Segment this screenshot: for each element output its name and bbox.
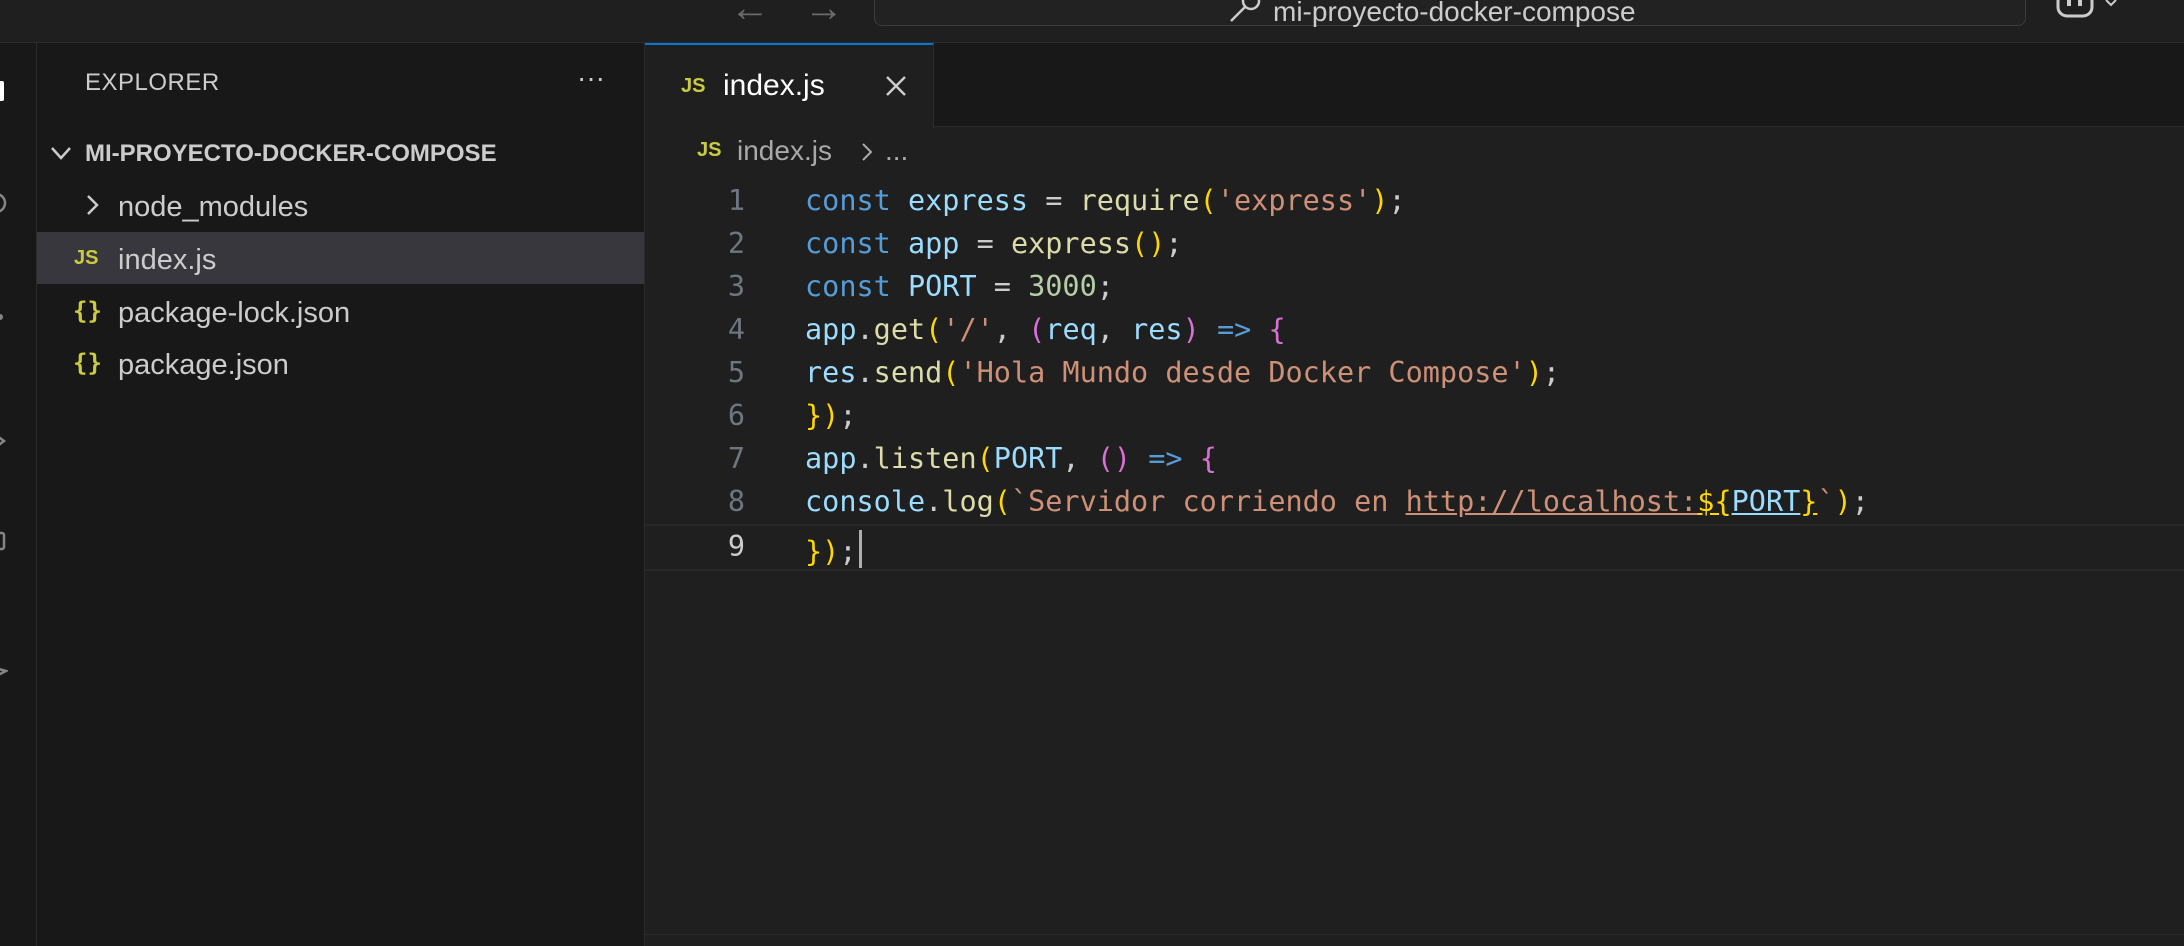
line-number: 6 bbox=[727, 399, 745, 432]
explorer-sidebar: EXPLORER ··· MI-PROYECTO-DOCKER-COMPOSE … bbox=[37, 43, 645, 946]
folder-name: MI-PROYECTO-DOCKER-COMPOSE bbox=[85, 140, 497, 167]
explorer-title: EXPLORER bbox=[85, 69, 220, 96]
command-center-search[interactable]: mi-proyecto-docker-compose bbox=[874, 0, 2026, 27]
docker-icon[interactable] bbox=[0, 657, 8, 681]
source-control-icon[interactable] bbox=[0, 305, 8, 329]
line-number: 7 bbox=[727, 442, 745, 475]
breadcrumb-file[interactable]: index.js bbox=[737, 135, 832, 167]
line-number: 3 bbox=[727, 270, 745, 303]
code-text: console.log(`Servidor corriendo en http:… bbox=[805, 485, 1869, 518]
line-number: 8 bbox=[727, 485, 745, 518]
code-line[interactable]: 2 const app = express(); bbox=[645, 223, 2184, 266]
code-line[interactable]: 8 console.log(`Servidor corriendo en http… bbox=[645, 481, 2184, 524]
code-line[interactable]: 6}); bbox=[645, 395, 2184, 438]
folder-header[interactable]: MI-PROYECTO-DOCKER-COMPOSE bbox=[37, 133, 644, 173]
tree-item-index-js[interactable]: JS index.js bbox=[37, 232, 644, 284]
chevron-right-icon bbox=[87, 195, 99, 215]
breadcrumb: JS index.js ... bbox=[645, 127, 2184, 171]
tab-index-js[interactable]: JS index.js bbox=[645, 43, 934, 129]
json-file-icon: {} bbox=[73, 349, 102, 377]
line-number: 1 bbox=[727, 184, 745, 217]
divider bbox=[645, 934, 2184, 935]
js-file-icon: JS bbox=[681, 75, 706, 97]
code-line[interactable]: 7 app.listen(PORT, () => { bbox=[645, 438, 2184, 481]
chevron-down-icon bbox=[51, 147, 71, 160]
tree-item-node-modules[interactable]: node_modules bbox=[37, 179, 644, 231]
text-cursor bbox=[858, 530, 862, 568]
tree-item-package-lock-json[interactable]: {} package-lock.json bbox=[37, 285, 644, 337]
code-text: const express = require('express'); bbox=[805, 184, 1406, 217]
js-file-icon: JS bbox=[697, 139, 722, 161]
code-text: res.send('Hola Mundo desde Docker Compos… bbox=[805, 356, 1561, 389]
editor-area: JS index.js JS index.js ... 1 const expre… bbox=[645, 43, 2184, 946]
line-number: 4 bbox=[727, 313, 745, 346]
search-icon bbox=[1230, 0, 1261, 22]
files-icon[interactable] bbox=[0, 79, 8, 103]
breadcrumb-symbols[interactable]: ... bbox=[885, 135, 908, 167]
line-number: 9 bbox=[727, 530, 745, 563]
tree-item-label: package-lock.json bbox=[118, 297, 351, 329]
tree-item-label: package.json bbox=[118, 349, 289, 381]
code-text: const PORT = 3000; bbox=[805, 270, 1114, 303]
tree-item-label: index.js bbox=[118, 244, 217, 276]
code-text: }); bbox=[805, 399, 857, 432]
line-number: 2 bbox=[727, 227, 745, 260]
search-icon[interactable] bbox=[0, 191, 8, 215]
chevron-right-icon bbox=[862, 143, 873, 161]
code-text: app.listen(PORT, () => { bbox=[805, 442, 1217, 475]
copilot-icon[interactable] bbox=[2056, 0, 2126, 20]
activity-bar bbox=[0, 43, 37, 946]
code-line[interactable]: 5 res.send('Hola Mundo desde Docker Compo… bbox=[645, 352, 2184, 395]
json-file-icon: {} bbox=[73, 297, 102, 325]
tree-item-label: node_modules bbox=[118, 191, 309, 223]
title-bar: ← → mi-proyecto-docker-compose bbox=[0, 0, 2184, 43]
forward-arrow-icon[interactable]: → bbox=[804, 0, 844, 31]
tree-item-package-json[interactable]: {} package.json bbox=[37, 337, 644, 389]
more-actions-icon[interactable]: ··· bbox=[573, 63, 609, 93]
line-number: 5 bbox=[727, 356, 745, 389]
run-debug-icon[interactable] bbox=[0, 429, 8, 453]
code-line[interactable]: 3 const PORT = 3000; bbox=[645, 266, 2184, 309]
js-file-icon: JS bbox=[74, 247, 99, 269]
search-text: mi-proyecto-docker-compose bbox=[1273, 0, 1636, 27]
code-text: }); bbox=[805, 530, 862, 568]
extensions-icon[interactable] bbox=[0, 529, 8, 553]
tab-label: index.js bbox=[723, 69, 825, 102]
close-icon[interactable] bbox=[883, 73, 909, 99]
code-line[interactable]: 4 app.get('/', (req, res) => { bbox=[645, 309, 2184, 352]
code-line[interactable]: 1 const express = require('express'); bbox=[645, 180, 2184, 223]
tab-strip: JS index.js bbox=[645, 43, 2184, 129]
code-line[interactable]: 9}); bbox=[645, 524, 2184, 571]
code-text: app.get('/', (req, res) => { bbox=[805, 313, 1286, 346]
back-arrow-icon[interactable]: ← bbox=[730, 0, 770, 31]
code-text: const app = express(); bbox=[805, 227, 1183, 260]
